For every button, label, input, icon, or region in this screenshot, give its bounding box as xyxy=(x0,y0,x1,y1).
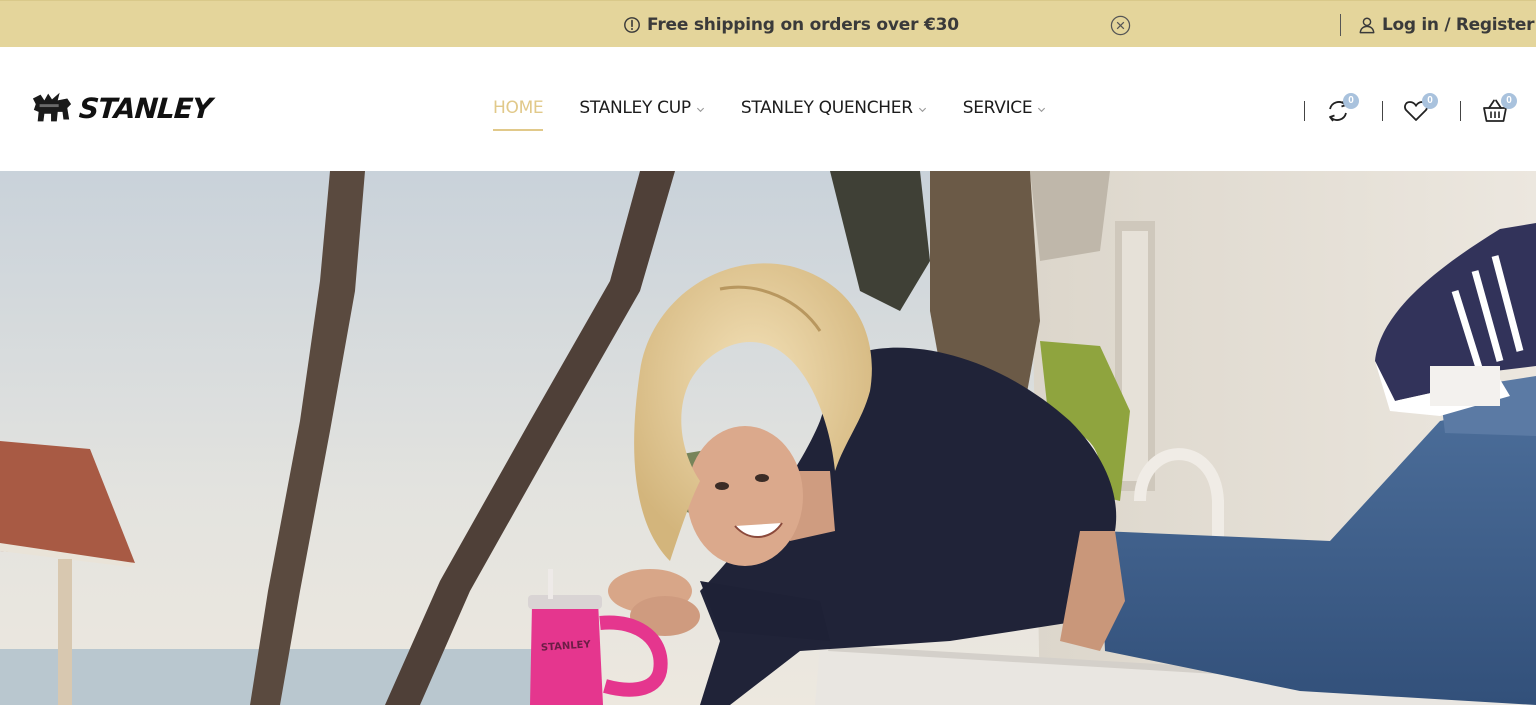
announcement-bar: Free shipping on orders over €30 Log in … xyxy=(0,0,1536,47)
chevron-down-icon xyxy=(696,107,704,112)
nav-item-home[interactable]: HOME xyxy=(493,98,544,131)
hero-image: STANLEY xyxy=(0,171,1536,705)
chevron-down-icon xyxy=(918,107,926,112)
header-divider xyxy=(1382,101,1383,121)
winged-bear-logo-icon xyxy=(32,92,72,122)
nav-label: STANLEY CUP xyxy=(579,98,691,118)
wishlist-count-badge: 0 xyxy=(1422,93,1438,109)
info-icon xyxy=(624,17,640,33)
close-announcement-icon[interactable] xyxy=(1110,15,1131,36)
nav-item-stanley-quencher[interactable]: STANLEY QUENCHER xyxy=(741,98,927,118)
nav-item-stanley-cup[interactable]: STANLEY CUP xyxy=(579,98,704,118)
header-divider xyxy=(1460,101,1461,121)
compare-count-badge: 0 xyxy=(1343,93,1359,109)
nav-label: HOME xyxy=(493,98,544,118)
header-divider xyxy=(1304,101,1305,121)
login-label: Log in / Register xyxy=(1382,15,1535,35)
user-icon xyxy=(1359,17,1375,34)
login-register-link[interactable]: Log in / Register xyxy=(1358,14,1535,36)
cart-count-badge: 0 xyxy=(1501,93,1517,109)
site-header: STANLEY HOME STANLEY CUP STANLEY QUENCHE… xyxy=(0,47,1536,171)
announcement-text: Free shipping on orders over €30 xyxy=(647,15,959,35)
chevron-down-icon xyxy=(1038,107,1046,112)
stanley-logo[interactable]: STANLEY xyxy=(31,90,213,126)
nav-label: STANLEY QUENCHER xyxy=(740,98,913,118)
topbar-divider xyxy=(1340,14,1341,36)
announcement: Free shipping on orders over €30 xyxy=(623,14,959,36)
nav-item-service[interactable]: SERVICE xyxy=(963,98,1047,118)
main-nav: HOME STANLEY CUP STANLEY QUENCHER SERVIC… xyxy=(493,98,1082,131)
brand-wordmark: STANLEY xyxy=(77,91,213,125)
hero-banner[interactable]: STANLEY xyxy=(0,171,1536,705)
nav-label: SERVICE xyxy=(962,98,1033,118)
